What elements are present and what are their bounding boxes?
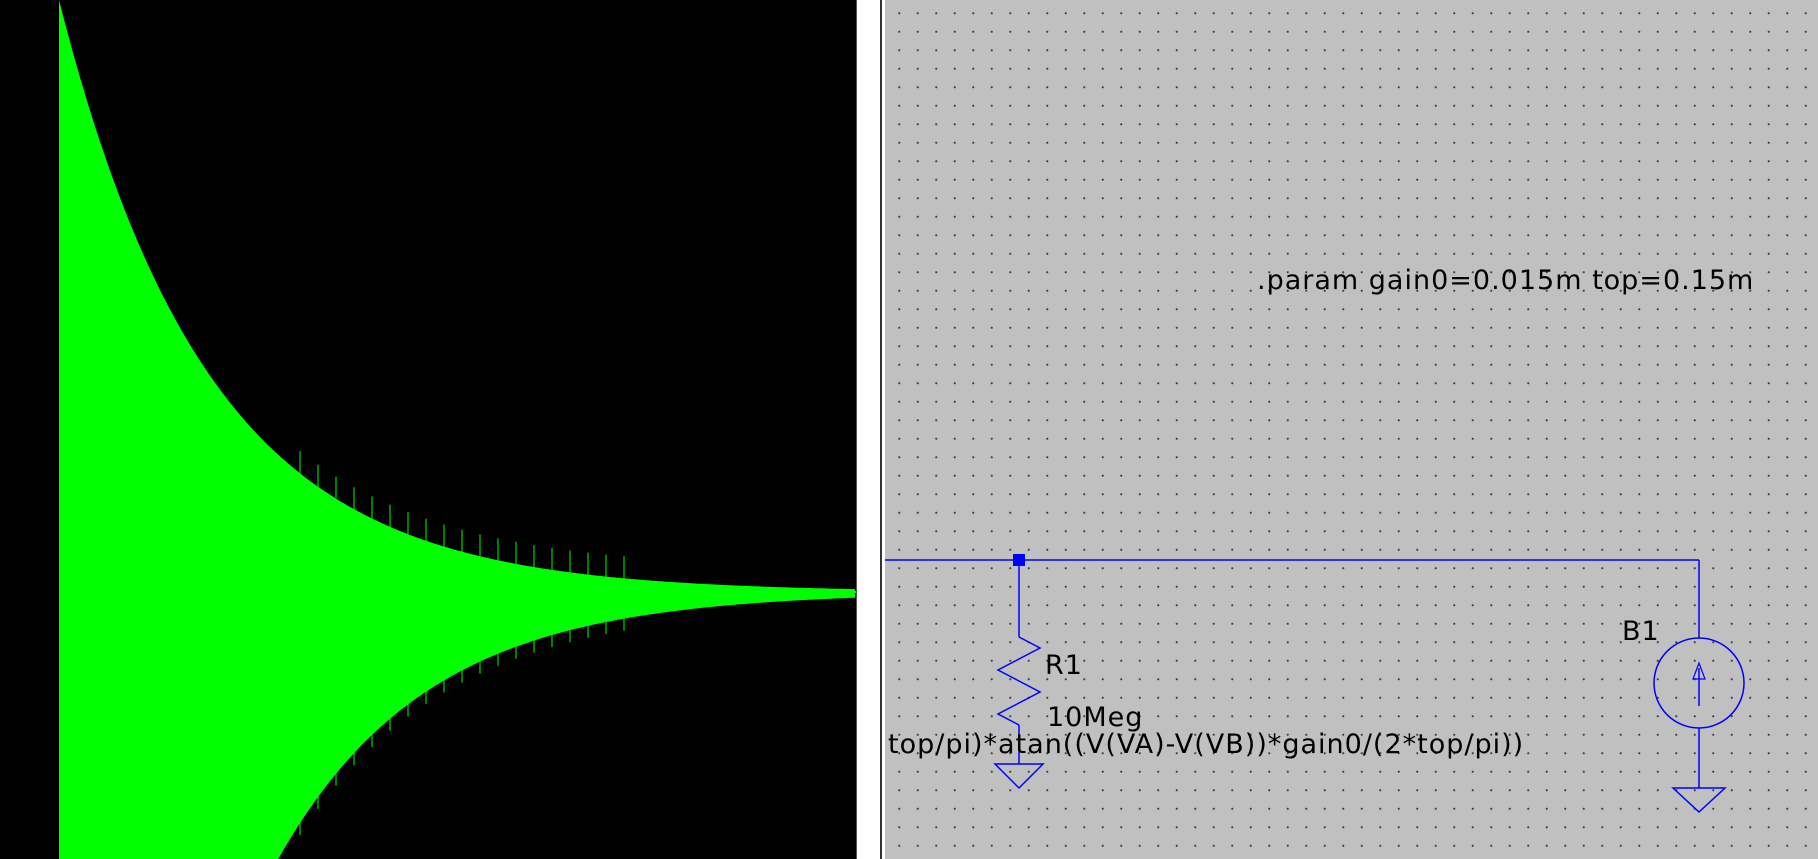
junction-dot[interactable] — [1013, 554, 1025, 566]
ground-icon[interactable] — [993, 763, 1045, 790]
ground-icon[interactable] — [1671, 787, 1727, 814]
waveform-pane[interactable] — [0, 0, 856, 859]
schematic-pane[interactable]: .param gain0=0.015m top=0.15m R1 10Meg B… — [885, 0, 1818, 859]
splitter-edge-right — [880, 0, 882, 859]
resistor-r1-symbol[interactable] — [996, 636, 1042, 726]
pane-splitter[interactable] — [856, 0, 885, 859]
waveform-plot[interactable] — [0, 0, 856, 859]
source-expression-label[interactable]: top/pi)*atan((V(VA)-V(VB))*gain0/(2*top/… — [888, 729, 1524, 760]
schematic-canvas[interactable]: .param gain0=0.015m top=0.15m R1 10Meg B… — [885, 0, 1818, 859]
resistor-name-label[interactable]: R1 — [1045, 650, 1083, 681]
splitter-edge-left — [856, 0, 857, 859]
source-name-label[interactable]: B1 — [1622, 616, 1660, 647]
waveform-trace — [59, 0, 855, 859]
param-directive[interactable]: .param gain0=0.015m top=0.15m — [1257, 265, 1754, 296]
